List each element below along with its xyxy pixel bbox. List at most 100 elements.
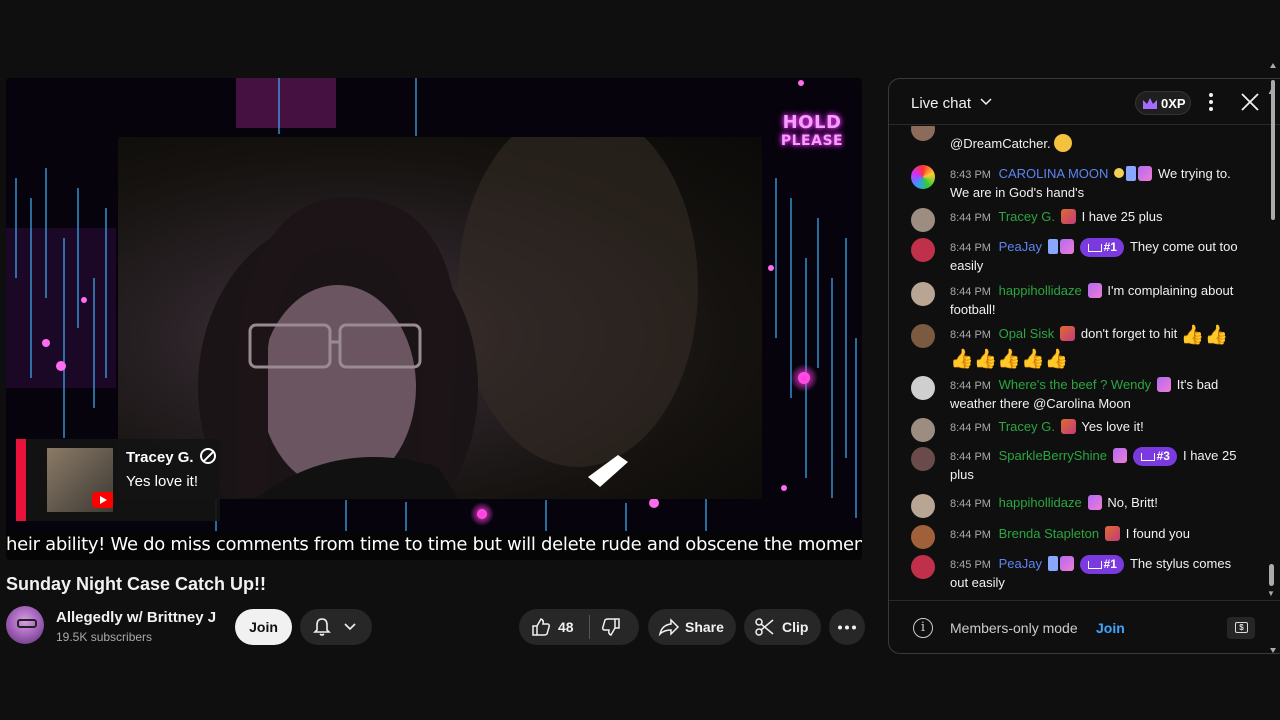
crown-icon (1143, 98, 1157, 109)
message-time: 8:44 PM (950, 529, 991, 541)
chevron-down-icon (344, 623, 356, 631)
thumbs-up-icon: 👍 (997, 349, 1022, 370)
overlay-message: Yes love it! (126, 473, 198, 490)
more-actions-button[interactable] (829, 609, 865, 645)
message-text: I found you (1125, 526, 1191, 541)
hugging-emoji-icon (1054, 134, 1073, 152)
footer-join-link[interactable]: Join (1096, 620, 1125, 636)
thumbs-up-icon: 👍 (1021, 349, 1045, 370)
more-icon (838, 625, 856, 630)
author-name[interactable]: Opal Sisk (999, 326, 1055, 341)
author-avatar (911, 525, 935, 549)
message-text: Yes love it! (1081, 419, 1144, 434)
message-text: I have 25 plus (1081, 209, 1163, 224)
video-player[interactable]: HOLD PLEASE Tracey G. Yes love it! heir … (6, 78, 862, 560)
join-button[interactable]: Join (235, 609, 292, 645)
chat-header: Live chat 0XP (889, 79, 1280, 125)
chevron-down-icon[interactable] (979, 96, 993, 108)
dollar-icon: $ (1235, 622, 1248, 633)
message-text: @DreamCatcher. (950, 136, 1051, 151)
message-text: don't forget to hit (1080, 326, 1178, 341)
author-avatar (911, 324, 935, 348)
author-avatar (911, 165, 935, 189)
super-chat-button[interactable]: $ (1227, 617, 1255, 639)
author-avatar (911, 126, 935, 141)
thumbs-up-icon: 👍 (973, 349, 998, 370)
overlay-avatar (47, 448, 113, 512)
page-scrollbar[interactable] (1268, 60, 1278, 660)
chat-mode-title[interactable]: Live chat (911, 95, 971, 112)
author-avatar (911, 282, 935, 306)
thumbs-up-icon: 👍 (950, 349, 974, 370)
moon-icon (1114, 168, 1125, 178)
xp-badge[interactable]: 0XP (1135, 91, 1191, 115)
video-title: Sunday Night Case Catch Up!! (6, 574, 267, 594)
subscriber-count: 19.5K subscribers (56, 630, 153, 644)
like-dislike-group: 48 (519, 609, 639, 645)
author-name[interactable]: Where's the beef ? Wendy (999, 377, 1152, 392)
hold-line-1: HOLD (782, 112, 842, 133)
author-name[interactable]: Tracey G. (998, 419, 1055, 434)
clip-button[interactable]: Clip (744, 609, 821, 645)
member-badge-icon (1087, 495, 1102, 510)
message-time: 8:44 PM (950, 380, 991, 392)
author-name[interactable]: happihollidaze (999, 495, 1082, 510)
message-time: 8:44 PM (950, 329, 991, 341)
member-badge-icon (1157, 377, 1172, 392)
share-icon (658, 618, 680, 637)
author-name[interactable]: happihollidaze (999, 283, 1082, 298)
channel-name[interactable]: Allegedly w/ Brittney J (56, 609, 216, 626)
live-chat-panel: Live chat 0XP @DreamCatcher. 8:43 PM CAR… (888, 78, 1280, 654)
member-badge-icon (1059, 239, 1074, 254)
hold-line-2: PLEASE (780, 133, 844, 149)
hold-please-sign: HOLD PLEASE (764, 114, 860, 150)
author-name[interactable]: PeaJay (999, 556, 1042, 571)
notification-button[interactable] (300, 609, 372, 645)
message-time: 8:44 PM (950, 422, 991, 434)
author-avatar (911, 376, 935, 400)
author-name[interactable]: Tracey G. (998, 209, 1055, 224)
chat-footer: i Members-only mode Join $ (889, 600, 1280, 653)
rank-badge: #1 (1079, 555, 1124, 574)
bell-icon (313, 618, 331, 636)
clip-label: Clip (782, 619, 809, 635)
message-time: 8:45 PM (950, 559, 991, 571)
member-badge-icon (1087, 283, 1102, 298)
author-name[interactable]: Brenda Stapleton (999, 526, 1099, 541)
rank-badge: #3 (1132, 447, 1177, 466)
share-button[interactable]: Share (648, 609, 736, 645)
rank-badge: #1 (1079, 238, 1124, 257)
scissors-icon (755, 618, 774, 636)
message-time: 8:44 PM (950, 451, 991, 463)
thumbs-up-icon: 👍 (1180, 325, 1205, 346)
wrench-icon (1047, 556, 1058, 571)
like-icon[interactable] (531, 617, 551, 637)
xp-label: 0XP (1161, 96, 1186, 111)
member-badge-icon (1060, 326, 1076, 341)
message-time: 8:44 PM (950, 498, 991, 510)
share-label: Share (685, 619, 724, 635)
author-avatar (911, 418, 935, 442)
author-name[interactable]: SparkleBerryShine (999, 448, 1107, 463)
chat-message-list[interactable]: @DreamCatcher. 8:43 PM CAROLINA MOON We … (889, 126, 1269, 599)
ticker-text: heir ability! We do miss comments from t… (6, 534, 862, 555)
member-badge-icon (1059, 556, 1074, 571)
channel-avatar[interactable] (6, 606, 44, 644)
author-avatar (911, 208, 935, 232)
dislike-icon[interactable] (601, 617, 621, 637)
message-time: 8:44 PM (950, 212, 991, 224)
message-text: No, Britt! (1107, 495, 1158, 510)
message-time: 8:44 PM (950, 286, 991, 298)
author-avatar (911, 447, 935, 471)
like-count: 48 (558, 619, 574, 635)
info-icon[interactable]: i (913, 618, 933, 638)
verified-icon (200, 448, 216, 464)
member-badge-icon (1112, 448, 1127, 463)
thumbs-up-icon: 👍 (1204, 325, 1229, 346)
highlighted-comment-overlay: Tracey G. Yes love it! (16, 439, 220, 521)
close-icon[interactable] (1239, 91, 1261, 113)
author-name[interactable]: PeaJay (999, 239, 1042, 254)
kebab-menu-icon[interactable] (1203, 91, 1219, 113)
author-name[interactable]: CAROLINA MOON (999, 166, 1109, 181)
message-time: 8:44 PM (950, 242, 991, 254)
